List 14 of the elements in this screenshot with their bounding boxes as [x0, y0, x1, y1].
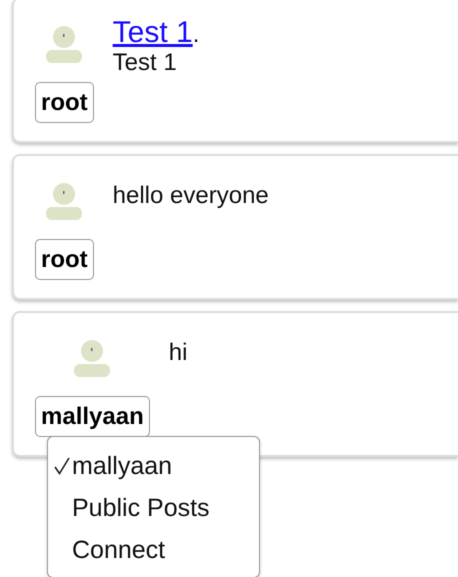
avatar-icon	[44, 180, 84, 220]
author-button[interactable]: root	[35, 239, 94, 280]
menu-item[interactable]: Connect	[72, 529, 166, 571]
avatar-icon	[44, 23, 84, 63]
post-text: hello everyone	[112, 182, 269, 210]
post-text: hi	[168, 339, 188, 367]
menu-item[interactable]: Public Posts	[72, 487, 210, 529]
post-title-link[interactable]: Test 1	[112, 16, 193, 49]
avatar-icon	[72, 337, 112, 377]
author-button[interactable]: root	[35, 82, 94, 123]
menu-item[interactable]: mallyaan	[72, 445, 172, 487]
post-text: Test 1	[112, 49, 178, 77]
author-button[interactable]: mallyaan	[35, 396, 150, 437]
punctuation: .	[192, 21, 200, 48]
